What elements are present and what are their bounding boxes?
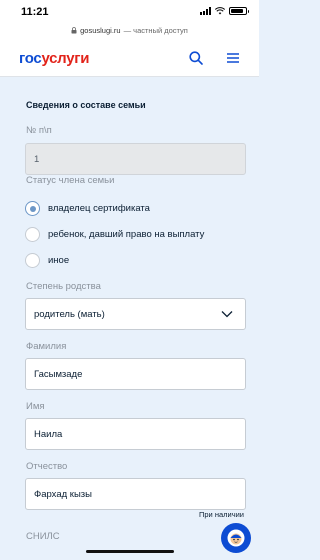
- accessibility-icon: [227, 529, 245, 547]
- status-option-owner[interactable]: владелец сертификата: [25, 201, 150, 216]
- menu-icon[interactable]: [226, 51, 240, 65]
- status-option-other[interactable]: иное: [25, 253, 69, 268]
- wifi-icon: [215, 7, 225, 15]
- status-option-label: владелец сертификата: [48, 203, 150, 214]
- chevron-down-icon: [221, 311, 233, 318]
- surname-label: Фамилия: [26, 341, 67, 352]
- surname-input[interactable]: Гасымзаде: [25, 358, 246, 390]
- name-label: Имя: [26, 401, 45, 412]
- name-input[interactable]: Наила: [25, 418, 246, 450]
- patronymic-hint: При наличии: [199, 510, 244, 519]
- status-option-child[interactable]: ребенок, давший право на выплату: [25, 227, 204, 242]
- home-indicator: [86, 550, 174, 553]
- patronymic-label: Отчество: [26, 461, 68, 472]
- site-header: госуслуги: [0, 38, 259, 77]
- status-icons: [200, 7, 249, 15]
- section-title: Сведения о составе семьи: [26, 100, 146, 110]
- battery-icon: [229, 7, 249, 15]
- radio-checked-icon[interactable]: [25, 201, 40, 216]
- patronymic-input[interactable]: Фархад кызы: [25, 478, 246, 510]
- kinship-label: Степень родства: [26, 281, 101, 292]
- status-bar: 11:21: [0, 0, 259, 22]
- lock-icon: [71, 26, 77, 33]
- accessibility-button[interactable]: [221, 523, 251, 553]
- gosuslugi-logo[interactable]: госуслуги: [19, 50, 89, 67]
- kinship-value: родитель (мать): [34, 308, 105, 320]
- kinship-select[interactable]: родитель (мать): [25, 298, 246, 330]
- number-label: № п\п: [26, 125, 52, 136]
- url-host: gosuslugi.ru: [80, 25, 121, 35]
- browser-url-bar[interactable]: gosuslugi.ru — частный доступ: [0, 22, 259, 38]
- status-label: Статус члена семьи: [26, 175, 115, 186]
- snils-label: СНИЛС: [26, 531, 60, 542]
- status-option-label: ребенок, давший право на выплату: [48, 229, 205, 240]
- radio-icon[interactable]: [25, 253, 40, 268]
- url-private-note: — частный доступ: [123, 25, 188, 35]
- status-time: 11:21: [21, 6, 49, 18]
- number-field: 1: [25, 143, 246, 175]
- search-icon[interactable]: [188, 50, 204, 66]
- signal-icon: [200, 7, 211, 15]
- radio-icon[interactable]: [25, 227, 40, 242]
- status-option-label: иное: [48, 255, 70, 266]
